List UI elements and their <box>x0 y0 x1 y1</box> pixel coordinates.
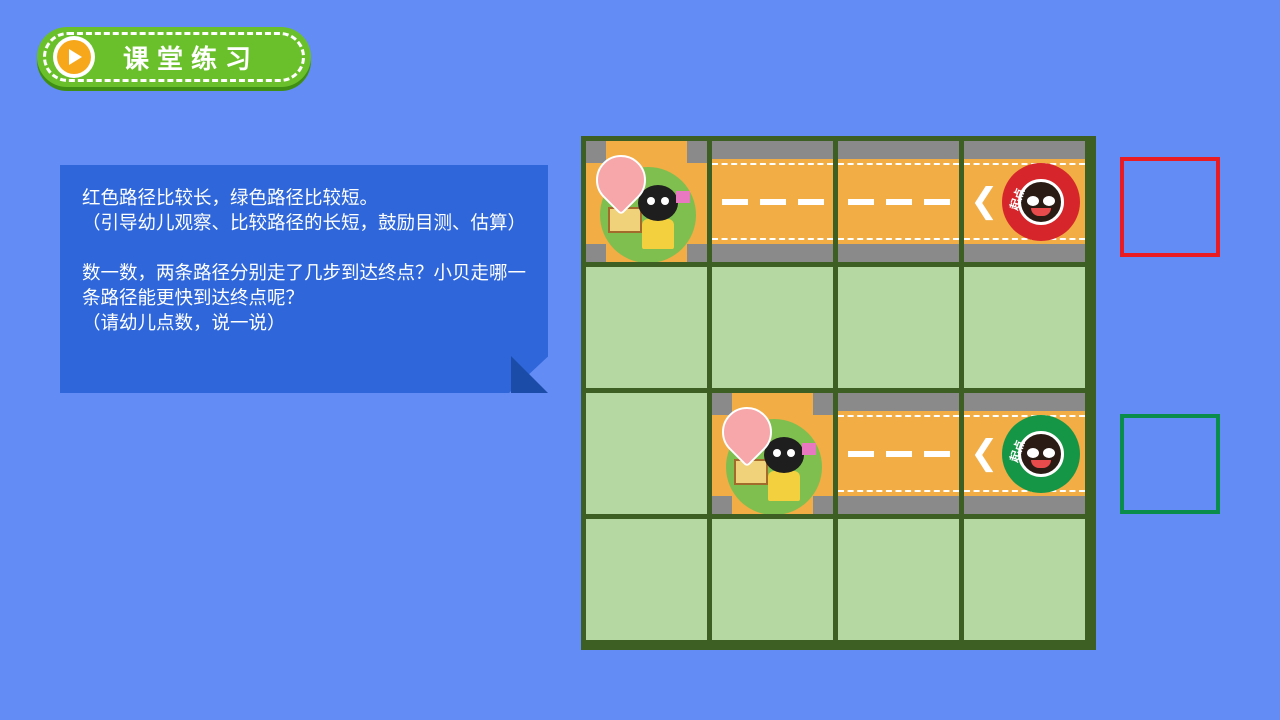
grid-cell-road <box>712 141 833 262</box>
start-marker-red: 起点 <box>1002 163 1080 241</box>
grid-cell-start-red: ❮ 起点 <box>964 141 1085 262</box>
play-icon[interactable] <box>53 36 95 78</box>
grid-cell <box>712 267 833 388</box>
grid-cell <box>964 267 1085 388</box>
goal-character-icon <box>712 396 822 514</box>
start-marker-green: 起点 <box>1002 415 1080 493</box>
instruction-text: 红色路径比较长，绿色路径比较短。 （引导幼儿观察、比较路径的长短，鼓励目测、估算… <box>82 186 532 336</box>
grid-cell-goal-red <box>586 141 707 262</box>
grid-cell <box>838 267 959 388</box>
instruction-line: 数一数，两条路径分别走了几步到达终点？小贝走哪一条路径能更快到达终点呢？ <box>82 263 527 309</box>
left-arrow-icon: ❮ <box>970 433 999 473</box>
left-arrow-icon: ❮ <box>970 181 999 221</box>
answer-box-green[interactable] <box>1120 414 1220 514</box>
goal-character-icon <box>586 144 696 262</box>
play-icon-circle <box>57 40 91 74</box>
grid-cell <box>838 519 959 640</box>
grid-cell <box>586 519 707 640</box>
path-grid: ❮ 起点 ❮ 起点 <box>581 136 1096 650</box>
grid-cell-start-green: ❮ 起点 <box>964 393 1085 514</box>
grid-cell <box>964 519 1085 640</box>
play-triangle <box>69 49 82 65</box>
instruction-line: 红色路径比较长，绿色路径比较短。 <box>82 188 379 209</box>
instruction-line: （请幼儿点数，说一说） <box>82 313 286 334</box>
grid-cell <box>712 519 833 640</box>
grid-cell <box>586 267 707 388</box>
badge-title: 课堂练习 <box>123 45 260 75</box>
panel-fold-corner <box>511 356 548 393</box>
instruction-line: （引导幼儿观察、比较路径的长短，鼓励目测、估算） <box>82 213 527 234</box>
grid-cell <box>586 393 707 514</box>
grid-cell-goal-green <box>712 393 833 514</box>
lesson-badge: 课堂练习 <box>37 27 311 87</box>
answer-box-red[interactable] <box>1120 157 1220 257</box>
grid-cell-road <box>838 393 959 514</box>
grid-cell-road <box>838 141 959 262</box>
